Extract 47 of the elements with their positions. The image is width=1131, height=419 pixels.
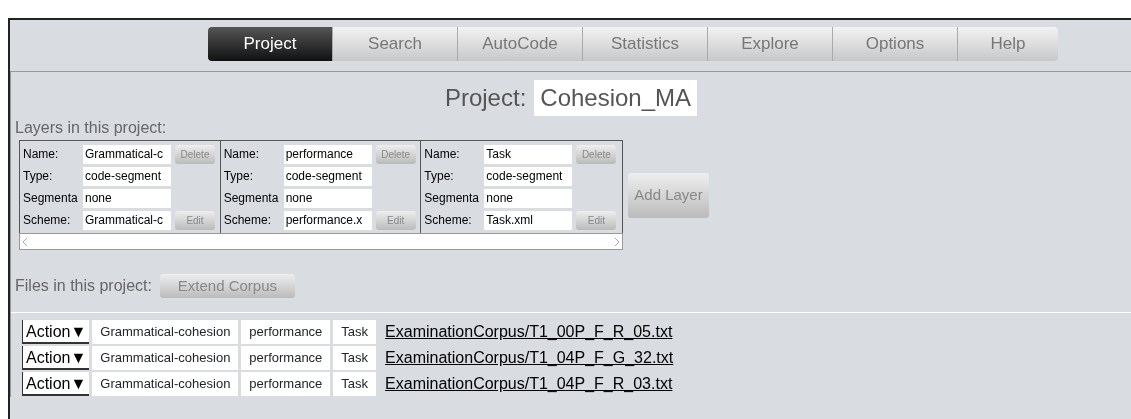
scroll-right-icon[interactable]: [614, 237, 620, 246]
layer-cell: Grammatical-cohesion: [92, 346, 239, 370]
field-label: Segmenta: [223, 190, 280, 207]
action-menu-button[interactable]: Action▼: [22, 320, 90, 344]
field-label: Name:: [223, 146, 260, 163]
action-menu-button[interactable]: Action▼: [22, 372, 90, 396]
text-field[interactable]: none: [283, 188, 372, 208]
nav-tab[interactable]: Project: [208, 27, 333, 61]
layer-cell: performance: [241, 320, 331, 344]
text-field[interactable]: code-segment: [83, 166, 171, 186]
field-label: Scheme:: [424, 212, 473, 229]
scrollbar[interactable]: [19, 233, 623, 250]
text-field[interactable]: code-segment: [484, 166, 573, 186]
section-heading: Layers in this project:: [15, 118, 168, 138]
project-label: Project:: [444, 83, 527, 113]
field-label: Name:: [23, 146, 60, 163]
layer-cell: Grammatical-cohesion: [92, 320, 239, 344]
field-label: Type:: [223, 168, 255, 185]
field-label: Type:: [23, 168, 54, 185]
layer-cell: Task: [333, 346, 377, 370]
text-field[interactable]: code-segment: [283, 166, 372, 186]
file-link[interactable]: ExaminationCorpus/T1_04P_F_G_32.txt: [385, 346, 674, 370]
scroll-left-icon[interactable]: [22, 237, 28, 246]
text-field[interactable]: Grammatical-c: [83, 144, 171, 164]
text-field[interactable]: performance.x: [283, 210, 372, 230]
field-label: Type:: [424, 168, 455, 185]
text-field[interactable]: none: [83, 188, 171, 208]
text-field[interactable]: Task.xml: [484, 210, 573, 230]
layer-cell: Grammatical-cohesion: [92, 372, 239, 396]
layer-cell: performance: [241, 346, 331, 370]
field-label: Scheme:: [23, 212, 72, 229]
section-heading: Files in this project:: [15, 276, 152, 296]
project-name: Cohesion_MA: [534, 80, 698, 116]
action-menu-button[interactable]: Action▼: [22, 346, 90, 370]
text-field[interactable]: none: [484, 188, 573, 208]
field-label: Segmenta: [23, 190, 79, 207]
text-field[interactable]: Task: [484, 144, 573, 164]
field-label: Segmenta: [424, 190, 481, 207]
layer-cell: Task: [333, 372, 377, 396]
file-link[interactable]: ExaminationCorpus/T1_04P_F_R_03.txt: [385, 372, 673, 396]
layer-cell: Task: [333, 320, 377, 344]
layer-cell: performance: [241, 372, 331, 396]
file-link[interactable]: ExaminationCorpus/T1_00P_F_R_05.txt: [385, 320, 673, 344]
text-field[interactable]: performance: [283, 144, 372, 164]
field-label: Scheme:: [223, 212, 273, 229]
field-label: Name:: [424, 146, 461, 163]
text-field[interactable]: Grammatical-c: [83, 210, 171, 230]
